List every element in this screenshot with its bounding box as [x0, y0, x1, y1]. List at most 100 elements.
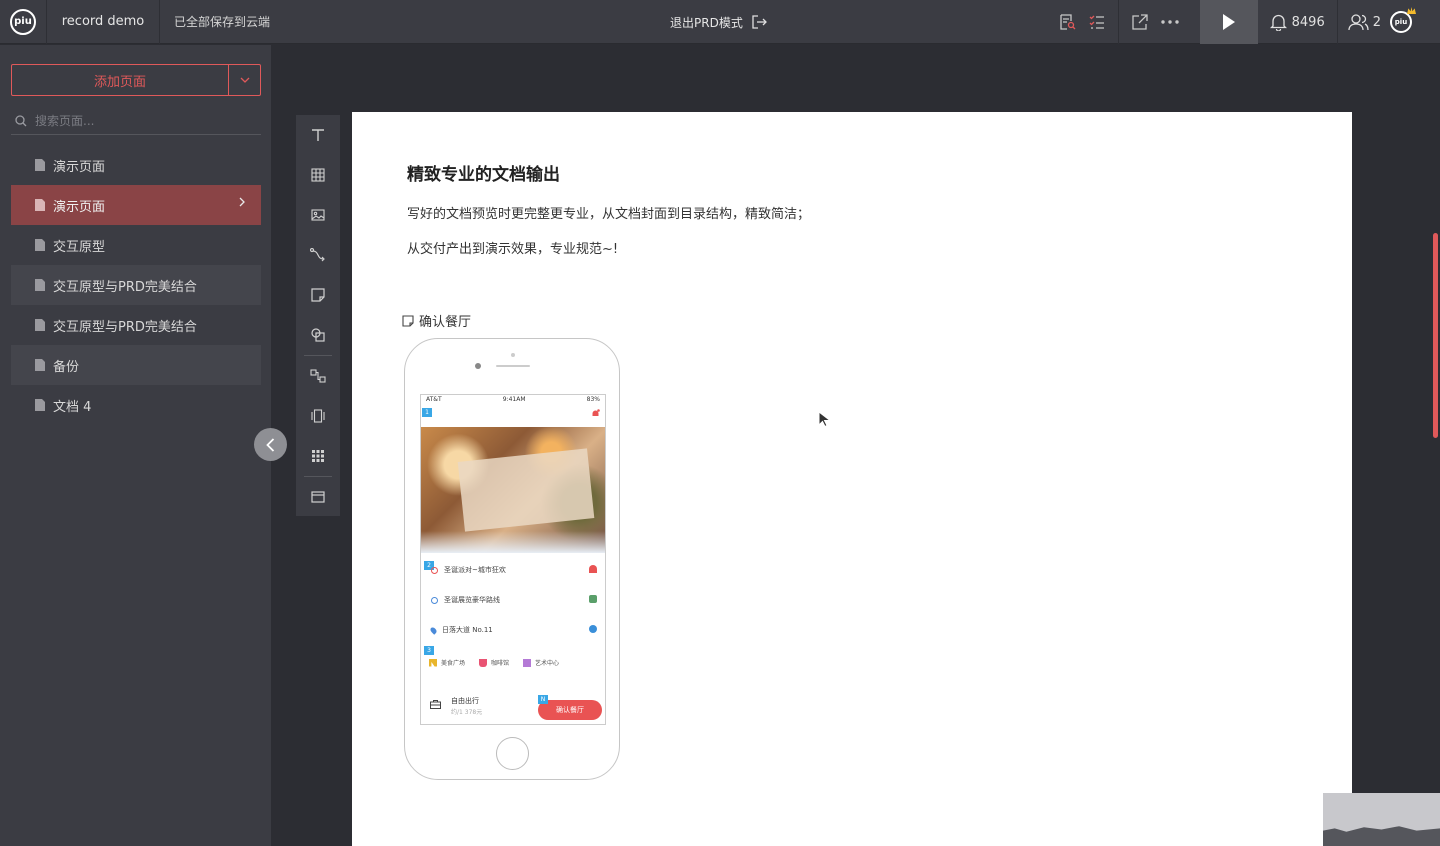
more-icon[interactable]: [1155, 0, 1185, 44]
search-input[interactable]: [35, 113, 235, 128]
exit-icon: [752, 15, 767, 29]
phone-screen: AT&T 9:41AM 83% 1 2 圣诞派对~城市狂欢 圣诞展览豪华路线 日…: [420, 394, 606, 725]
insert-toolbar: [296, 115, 340, 516]
list-item[interactable]: 圣诞派对~城市狂欢: [431, 565, 506, 575]
bus-icon: [589, 595, 597, 603]
connector-tool-icon[interactable]: [296, 235, 340, 275]
hat-icon: [589, 565, 597, 573]
note-icon: [402, 314, 414, 327]
prototype-caption[interactable]: 确认餐厅: [402, 311, 471, 330]
category-label: 咖啡馆: [491, 660, 510, 667]
text-tool-icon[interactable]: [296, 115, 340, 155]
bottom-bar: 自由出行 约/1 378元 确认餐厅 N: [421, 692, 605, 724]
hotspot-badge[interactable]: 1: [422, 408, 432, 417]
list-item[interactable]: 圣诞展览豪华路线: [431, 595, 500, 605]
review-icon[interactable]: [1052, 0, 1082, 44]
chevron-down-icon: [240, 77, 249, 83]
bell-icon: [1269, 14, 1287, 31]
category-row: 美食广场 咖啡馆 艺术中心: [429, 658, 559, 667]
phone-camera: [475, 363, 481, 369]
sidebar: 添加页面 演示页面 演示页面 交互原型 交互原型与PRD完美结合 交互原型与PR…: [0, 45, 271, 846]
chevron-right-icon: [239, 197, 245, 207]
exit-prd-button[interactable]: 退出PRD模式: [670, 0, 767, 44]
page-item[interactable]: 交互原型: [11, 225, 261, 265]
scroll-indicator[interactable]: [1433, 233, 1438, 438]
phone-sensor: [511, 353, 515, 357]
document-icon: [35, 279, 45, 291]
divider: [1117, 0, 1119, 44]
grid-tool-icon[interactable]: [296, 436, 340, 476]
minimap-preview: [1323, 826, 1440, 846]
frame-tool-icon[interactable]: [296, 477, 340, 517]
collapse-sidebar-button[interactable]: [254, 428, 287, 461]
hero-card: [457, 448, 595, 532]
category-item[interactable]: 美食广场: [429, 658, 465, 667]
document-page[interactable]: 精致专业的文档输出 写好的文档预览时更完整更专业，从文档封面到目录结构，精致简洁…: [352, 112, 1352, 846]
hero-image: [421, 427, 605, 553]
list-item-label: 日落大道 No.11: [442, 626, 493, 634]
category-item[interactable]: 咖啡馆: [479, 658, 509, 667]
top-right-actions: 8496 2 piu: [1052, 0, 1440, 44]
page-item[interactable]: 交互原型与PRD完美结合: [11, 265, 261, 305]
list-item-label: 圣诞派对~城市狂欢: [444, 566, 506, 574]
document-icon: [35, 359, 45, 371]
logo-mark: piu: [10, 8, 36, 35]
phone-time: 9:41AM: [502, 396, 526, 403]
prototype-caption-label: 确认餐厅: [419, 315, 472, 330]
page-item[interactable]: 文档 4: [11, 385, 261, 425]
flow-tool-icon[interactable]: [296, 356, 340, 396]
image-tool-icon[interactable]: [296, 195, 340, 235]
hotspot-badge[interactable]: N: [538, 695, 548, 704]
page-item[interactable]: 交互原型与PRD完美结合: [11, 305, 261, 345]
add-page-control: 添加页面: [11, 64, 261, 96]
document-paragraph: 写好的文档预览时更完整更专业，从文档封面到目录结构，精致简洁；: [407, 207, 811, 222]
shape-tool-icon[interactable]: [296, 315, 340, 355]
avatar[interactable]: piu: [1390, 11, 1412, 33]
save-status: 已全部保存到云端: [174, 15, 271, 29]
document-icon: [35, 319, 45, 331]
share-icon[interactable]: [1125, 0, 1155, 44]
hotspot-badge[interactable]: 3: [424, 646, 434, 655]
bottom-title: 自由出行: [451, 697, 479, 705]
bell-icon: [592, 409, 600, 416]
page-item[interactable]: 演示页面: [11, 145, 261, 185]
page-list: 演示页面 演示页面 交互原型 交互原型与PRD完美结合 交互原型与PRD完美结合…: [11, 145, 261, 425]
play-button[interactable]: [1199, 0, 1258, 44]
minimap[interactable]: [1323, 793, 1440, 846]
category-label: 美食广场: [441, 660, 466, 667]
add-page-button[interactable]: 添加页面: [12, 65, 229, 95]
notifications-button[interactable]: 8496: [1258, 0, 1337, 44]
component-tool-icon[interactable]: [296, 396, 340, 436]
page-search: [11, 107, 261, 135]
add-page-dropdown[interactable]: [229, 65, 260, 95]
checklist-icon[interactable]: [1082, 0, 1112, 44]
notification-count: 8496: [1291, 14, 1325, 30]
phone-status-bar: AT&T 9:41AM 83%: [421, 395, 605, 405]
phone-home-button: [496, 737, 529, 770]
page-item-label: 演示页面: [53, 199, 106, 215]
ring-icon: [431, 596, 438, 604]
collaborators-button[interactable]: 2 piu: [1336, 0, 1440, 44]
coffee-icon: [479, 658, 488, 667]
phone-prototype[interactable]: AT&T 9:41AM 83% 1 2 圣诞派对~城市狂欢 圣诞展览豪华路线 日…: [404, 338, 620, 780]
note-tool-icon[interactable]: [296, 275, 340, 315]
page-item-active[interactable]: 演示页面: [11, 185, 261, 225]
app-logo[interactable]: piu: [0, 0, 47, 44]
page-item-label: 文档 4: [53, 399, 92, 415]
document-icon: [35, 159, 45, 171]
page-item-label: 交互原型: [53, 239, 106, 255]
carrier: AT&T: [426, 396, 442, 403]
page-item[interactable]: 备份: [11, 345, 261, 385]
search-icon: [15, 114, 27, 126]
document-paragraph: 从交付产出到演示效果，专业规范~!: [407, 242, 619, 257]
category-item[interactable]: 艺术中心: [523, 658, 559, 667]
table-tool-icon[interactable]: [296, 155, 340, 195]
fork-icon: [429, 658, 437, 667]
project-name[interactable]: record demo: [47, 0, 160, 44]
document-icon: [35, 399, 45, 411]
hero-fade: [421, 531, 605, 553]
exit-prd-label: 退出PRD模式: [670, 15, 743, 30]
list-item[interactable]: 日落大道 No.11: [429, 625, 493, 635]
user-count: 2: [1372, 14, 1381, 30]
chevron-left-icon: [266, 437, 275, 452]
